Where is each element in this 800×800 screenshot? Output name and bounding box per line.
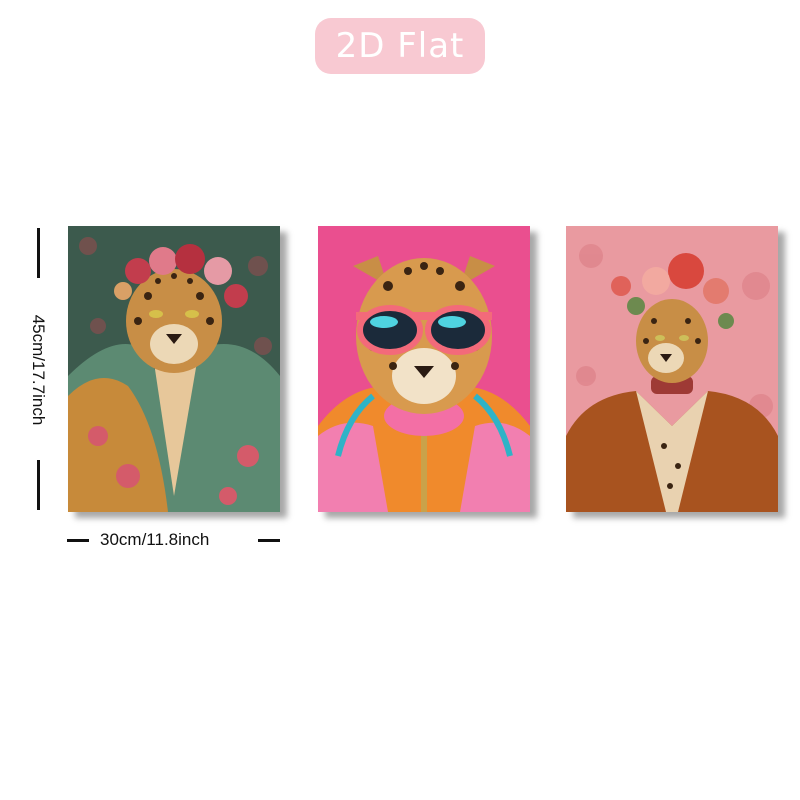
width-dimension-label: 30cm/11.8inch <box>100 530 210 549</box>
canvas-panel-blazer-leopard <box>566 226 778 512</box>
canvas-panel-sunglasses-leopard <box>318 226 530 512</box>
style-badge: 2D Flat <box>315 18 485 74</box>
width-dimension-line-left <box>67 539 89 542</box>
blazer-leopard-painting <box>566 226 778 512</box>
style-badge-label: 2D Flat <box>335 26 465 66</box>
floral-leopard-painting <box>68 226 280 512</box>
height-dimension-label: 45cm/17.7inch <box>29 314 48 426</box>
height-dimension-line-bottom <box>37 460 40 510</box>
canvas-panel-floral-leopard <box>68 226 280 512</box>
height-dimension-line-top <box>37 228 40 278</box>
width-dimension-line-right <box>258 539 280 542</box>
sunglasses-leopard-painting <box>318 226 530 512</box>
